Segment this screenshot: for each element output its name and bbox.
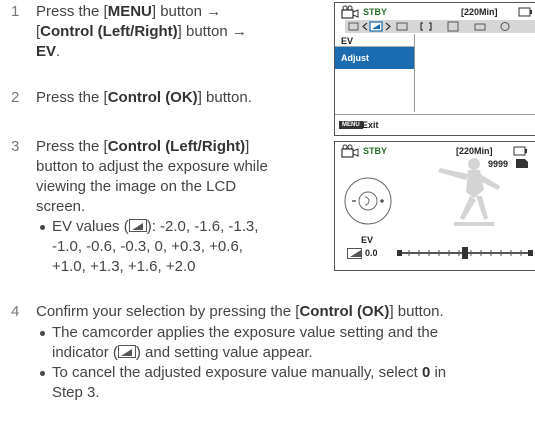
ev-values-line-2: -1.0, -0.6, -0.3, 0, +0.3, +0.6, [52, 238, 243, 255]
step-3-line-1: Press the [Control (Left/Right)] [36, 138, 250, 155]
camcorder-icon [341, 5, 359, 19]
memory-card-icon [516, 159, 528, 168]
bullet-dot [40, 371, 45, 376]
ev-icon [347, 248, 362, 259]
menu-footer-divider [335, 114, 535, 115]
ev-slider-thumb [462, 247, 468, 259]
lcd-screen-menu: STBY [220Min] EV Adjust MENU Exit [334, 2, 535, 136]
menu-key-badge: MENU [339, 121, 363, 129]
step-1-line-3: EV. [36, 43, 61, 60]
camcorder-icon [341, 144, 359, 158]
skater-silhouette [438, 158, 500, 226]
remaining-time: [220Min] [461, 7, 498, 17]
bullet-dot [40, 331, 45, 336]
step-4-bullet-1-line-1: The camcorder applies the exposure value… [52, 324, 439, 341]
ev-values-line-1: EV values (): -2.0, -1.6, -1.3, [52, 218, 259, 235]
ev-label: EV [361, 235, 374, 245]
step-4-bullet-1-line-2: indicator () and setting value appear. [52, 344, 313, 361]
ev-value: 0.0 [365, 248, 378, 258]
step-number: 2 [11, 89, 20, 106]
step-4-line-1: Confirm your selection by pressing the [… [36, 303, 444, 320]
menu-item-ev[interactable]: EV [335, 34, 414, 47]
ev-icon [117, 345, 136, 358]
battery-icon [518, 7, 532, 17]
ev-values-line-3: +1.0, +1.3, +1.6, +2.0 [52, 258, 196, 275]
step-1-line-1: Press the [MENU] button → [36, 3, 222, 20]
exit-label[interactable]: Exit [362, 120, 379, 130]
ev-slider[interactable] [395, 246, 535, 260]
step-3-line-4: screen. [36, 198, 86, 215]
step-4-bullet-2-line-1: To cancel the adjusted exposure value ma… [52, 364, 447, 381]
menu-item-adjust[interactable]: Adjust [335, 47, 414, 69]
step-1-line-2: [Control (Left/Right)] button → [36, 23, 247, 40]
bullet-dot [40, 225, 45, 230]
remaining-time: [220Min] [456, 146, 493, 156]
status-stby: STBY [363, 146, 388, 156]
status-stby: STBY [363, 7, 388, 17]
ev-icon [128, 219, 147, 232]
step-number: 1 [11, 3, 20, 20]
step-number: 4 [11, 303, 20, 320]
dial-icon [344, 177, 392, 225]
step-3-line-2: button to adjust the exposure while [36, 158, 268, 175]
step-3-line-3: viewing the image on the LCD [36, 178, 237, 195]
battery-icon [513, 146, 527, 156]
step-number: 3 [11, 138, 20, 155]
step-2-line-1: Press the [Control (OK)] button. [36, 89, 252, 106]
step-4-bullet-2-line-2: Step 3. [52, 384, 100, 401]
menu-icon-bar [345, 20, 535, 33]
lcd-screen-adjust: STBY [220Min] 9999 EV 0.0 [334, 141, 535, 271]
